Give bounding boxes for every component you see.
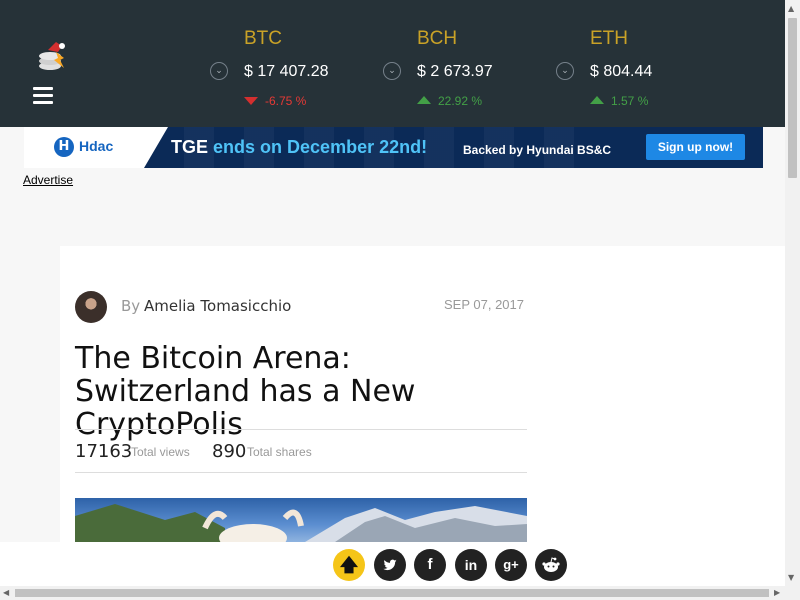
- ticker-change: 1.57 %: [611, 94, 649, 108]
- facebook-icon[interactable]: f: [414, 549, 446, 581]
- hdac-logo-icon: H: [54, 137, 74, 157]
- ad-headline: TGE ends on December 22nd!: [171, 137, 427, 158]
- article-title: The Bitcoin Arena: Switzerland has a New…: [75, 341, 416, 442]
- author-avatar[interactable]: [75, 291, 107, 323]
- ticker-price: $ 17 407.28: [244, 63, 329, 80]
- article-date: SEP 07, 2017: [444, 297, 524, 312]
- article-hero-image: [75, 498, 527, 542]
- twitter-icon[interactable]: [374, 549, 406, 581]
- horizontal-scrollbar-thumb[interactable]: [15, 589, 769, 597]
- triangle-down-icon: [244, 97, 258, 105]
- author-name[interactable]: Amelia Tomasicchio: [144, 297, 291, 315]
- linkedin-icon[interactable]: in: [455, 549, 487, 581]
- arrow-up-icon[interactable]: 🡅: [333, 549, 365, 581]
- google-plus-icon[interactable]: g+: [495, 549, 527, 581]
- menu-icon[interactable]: [33, 87, 53, 105]
- ad-brand-logo: H Hdac: [24, 127, 144, 168]
- scroll-left-arrow-icon[interactable]: ◀: [3, 588, 9, 597]
- ticker-change: 22.92 %: [438, 94, 483, 108]
- mountain-image-icon: [75, 504, 527, 542]
- ticker-price: $ 2 673.97: [417, 63, 493, 80]
- site-logo-icon[interactable]: [34, 38, 70, 74]
- chevron-down-icon[interactable]: ⌄: [556, 62, 574, 80]
- chevron-down-icon[interactable]: ⌄: [210, 62, 228, 80]
- ad-subtext: Backed by Hyundai BS&C: [463, 143, 612, 157]
- divider: [75, 472, 527, 473]
- site-header: BTC ⌄ $ 17 407.28 -6.75 % BCH ⌄ $ 2 673.…: [0, 0, 785, 127]
- shares-label: Total shares: [247, 445, 312, 459]
- advertise-link[interactable]: Advertise: [23, 173, 73, 187]
- ad-divider: [144, 127, 168, 168]
- views-label: Total views: [131, 445, 190, 459]
- ad-banner[interactable]: H Hdac TGE ends on December 22nd! Backed…: [24, 127, 763, 168]
- ad-signup-button[interactable]: Sign up now!: [646, 134, 745, 160]
- ticker-symbol: BCH: [417, 28, 458, 49]
- ad-brand-name: Hdac: [79, 138, 114, 154]
- triangle-up-icon: [417, 96, 431, 104]
- ad-headline-part2: ends on December 22nd!: [213, 137, 428, 157]
- ticker-btc: BTC ⌄ $ 17 407.28 -6.75 %: [210, 28, 370, 118]
- triangle-up-icon: [590, 96, 604, 104]
- chevron-down-icon[interactable]: ⌄: [383, 62, 401, 80]
- shares-count: 890: [212, 441, 247, 462]
- ticker-symbol: ETH: [590, 28, 628, 49]
- ticker-bch: BCH ⌄ $ 2 673.97 22.92 %: [383, 28, 543, 118]
- scroll-right-arrow-icon[interactable]: ▶: [774, 588, 780, 597]
- vertical-scrollbar-thumb[interactable]: [788, 18, 797, 178]
- divider: [75, 429, 527, 430]
- ticker-change: -6.75 %: [265, 94, 307, 108]
- views-count: 17163: [75, 441, 133, 462]
- byline-prefix: By: [121, 297, 141, 315]
- ticker-eth: ETH ⌄ $ 804.44 1.57 %: [556, 28, 716, 118]
- ticker-price: $ 804.44: [590, 63, 653, 80]
- ticker-symbol: BTC: [244, 28, 282, 49]
- scroll-up-arrow-icon[interactable]: ▲: [788, 4, 794, 13]
- scroll-down-arrow-icon[interactable]: ▼: [788, 573, 794, 582]
- ad-headline-part1: TGE: [171, 137, 209, 157]
- reddit-icon[interactable]: [535, 549, 567, 581]
